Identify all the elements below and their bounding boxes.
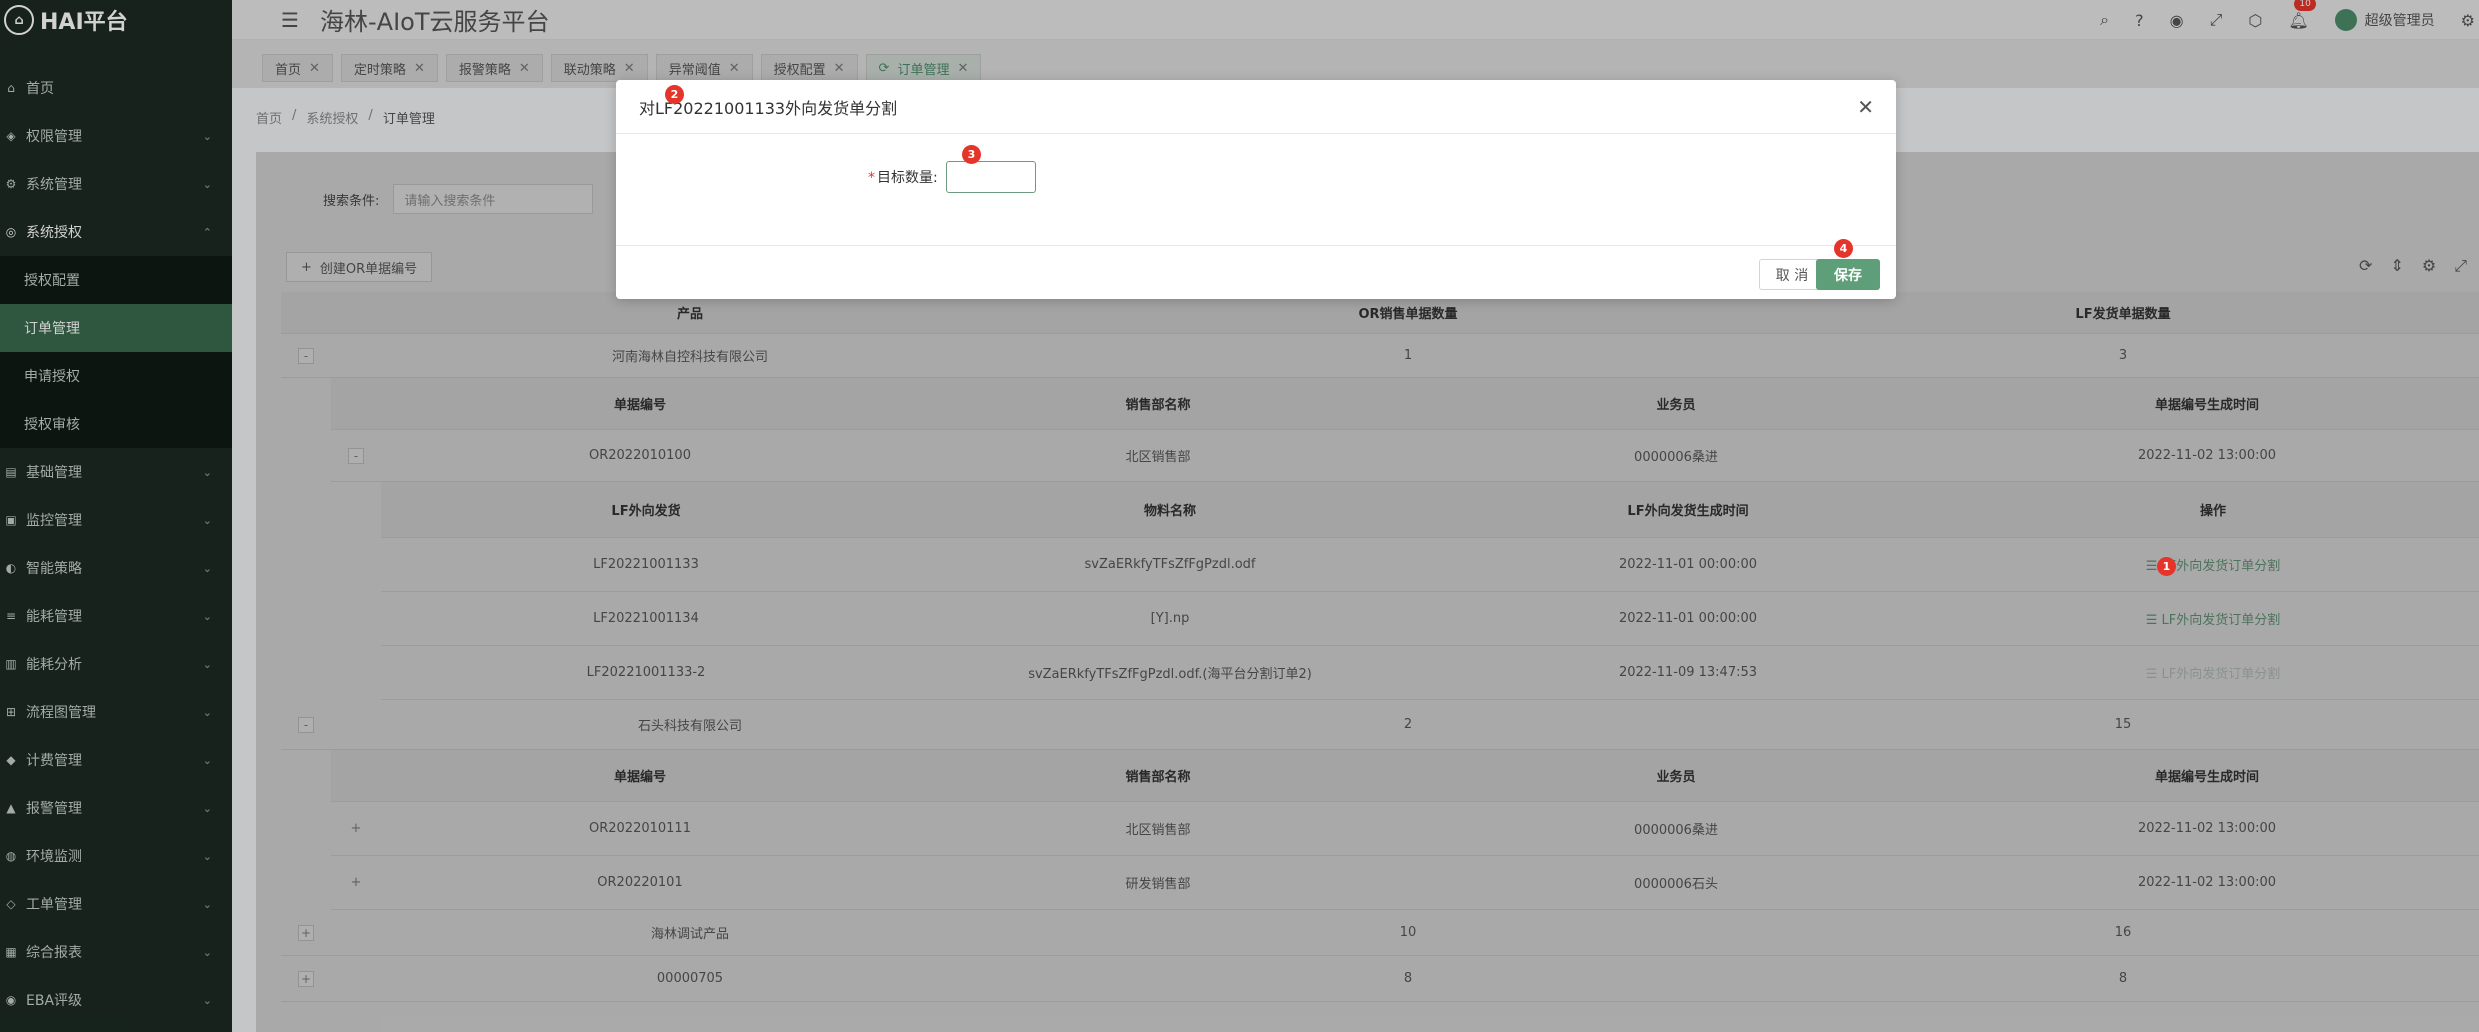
- dialog-header: 对LF20221001133外向发货单分割 ✕: [616, 80, 1896, 134]
- dialog-footer: 取 消 保存: [616, 246, 1896, 299]
- step-marker-3: 3: [962, 145, 981, 164]
- step-marker-2: 2: [665, 85, 684, 104]
- split-order-dialog: 对LF20221001133外向发货单分割 ✕ * 目标数量: 取 消 保存: [616, 80, 1896, 299]
- close-icon[interactable]: ✕: [1857, 95, 1874, 119]
- step-marker-4: 4: [1834, 239, 1853, 258]
- required-icon: *: [868, 170, 875, 186]
- field-label: * 目标数量:: [868, 170, 938, 186]
- dialog-body: * 目标数量:: [616, 134, 1896, 246]
- save-button[interactable]: 保存: [1816, 259, 1880, 290]
- step-marker-1: 1: [2157, 557, 2176, 576]
- target-quantity-input[interactable]: [945, 161, 1036, 193]
- target-quantity-row: * 目标数量:: [868, 161, 1036, 193]
